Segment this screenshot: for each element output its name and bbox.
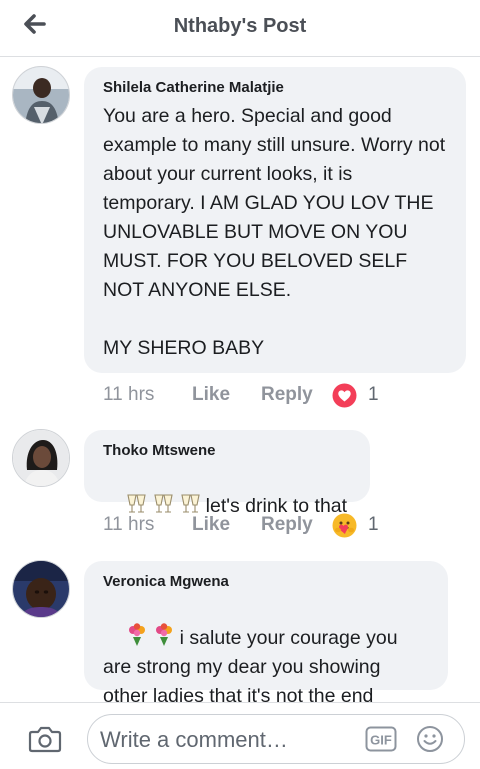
comment-composer: GIF [0, 702, 480, 769]
reply-button[interactable]: Reply [261, 514, 313, 536]
avatar[interactable] [12, 560, 70, 618]
emoji-button[interactable] [416, 725, 444, 758]
page-title: Nthaby's Post [173, 15, 307, 37]
comment-author: Thoko Mtswene [103, 442, 216, 459]
bouquet-icon [128, 623, 172, 646]
camera-button[interactable] [28, 725, 62, 758]
like-button[interactable]: Like [192, 514, 230, 536]
comment-bubble[interactable]: Shilela Catherine Malatjie You are a her… [84, 67, 466, 373]
comment-input[interactable] [98, 725, 352, 755]
like-button[interactable]: Like [192, 384, 230, 406]
avatar[interactable] [12, 429, 70, 487]
camera-icon [28, 726, 62, 753]
comment-time: 11 hrs [103, 514, 155, 535]
comment-bubble[interactable]: Thoko Mtswene let's drink to that [84, 430, 370, 517]
comment-time: 11 hrs [103, 384, 155, 405]
comment-meta: 11 hrs Like Reply 1 [103, 513, 403, 538]
smiley-icon [417, 726, 443, 752]
care-reaction-icon[interactable] [332, 513, 357, 538]
comment-box: GIF [87, 714, 465, 764]
comment-author[interactable]: Shilela Catherine Malatjie [103, 78, 448, 98]
champagne-glasses-icon [127, 494, 200, 513]
comment-meta: 11 hrs Like Reply 1 [103, 383, 403, 408]
love-reaction-icon[interactable] [332, 383, 357, 408]
comment-text: You are a hero. Special and good example… [103, 105, 446, 359]
comment-bubble[interactable]: Veronica Mgwena i salute your courage yo… [84, 561, 448, 707]
reply-button[interactable]: Reply [261, 384, 313, 406]
gif-label: GIF [370, 733, 392, 748]
reaction-count: 1 [368, 384, 379, 405]
top-bar: Nthaby's Post [0, 0, 480, 57]
avatar[interactable] [12, 66, 70, 124]
comment-author: Veronica Mgwena [103, 573, 229, 590]
reaction-count: 1 [368, 514, 379, 535]
gif-button[interactable]: GIF [365, 726, 397, 757]
